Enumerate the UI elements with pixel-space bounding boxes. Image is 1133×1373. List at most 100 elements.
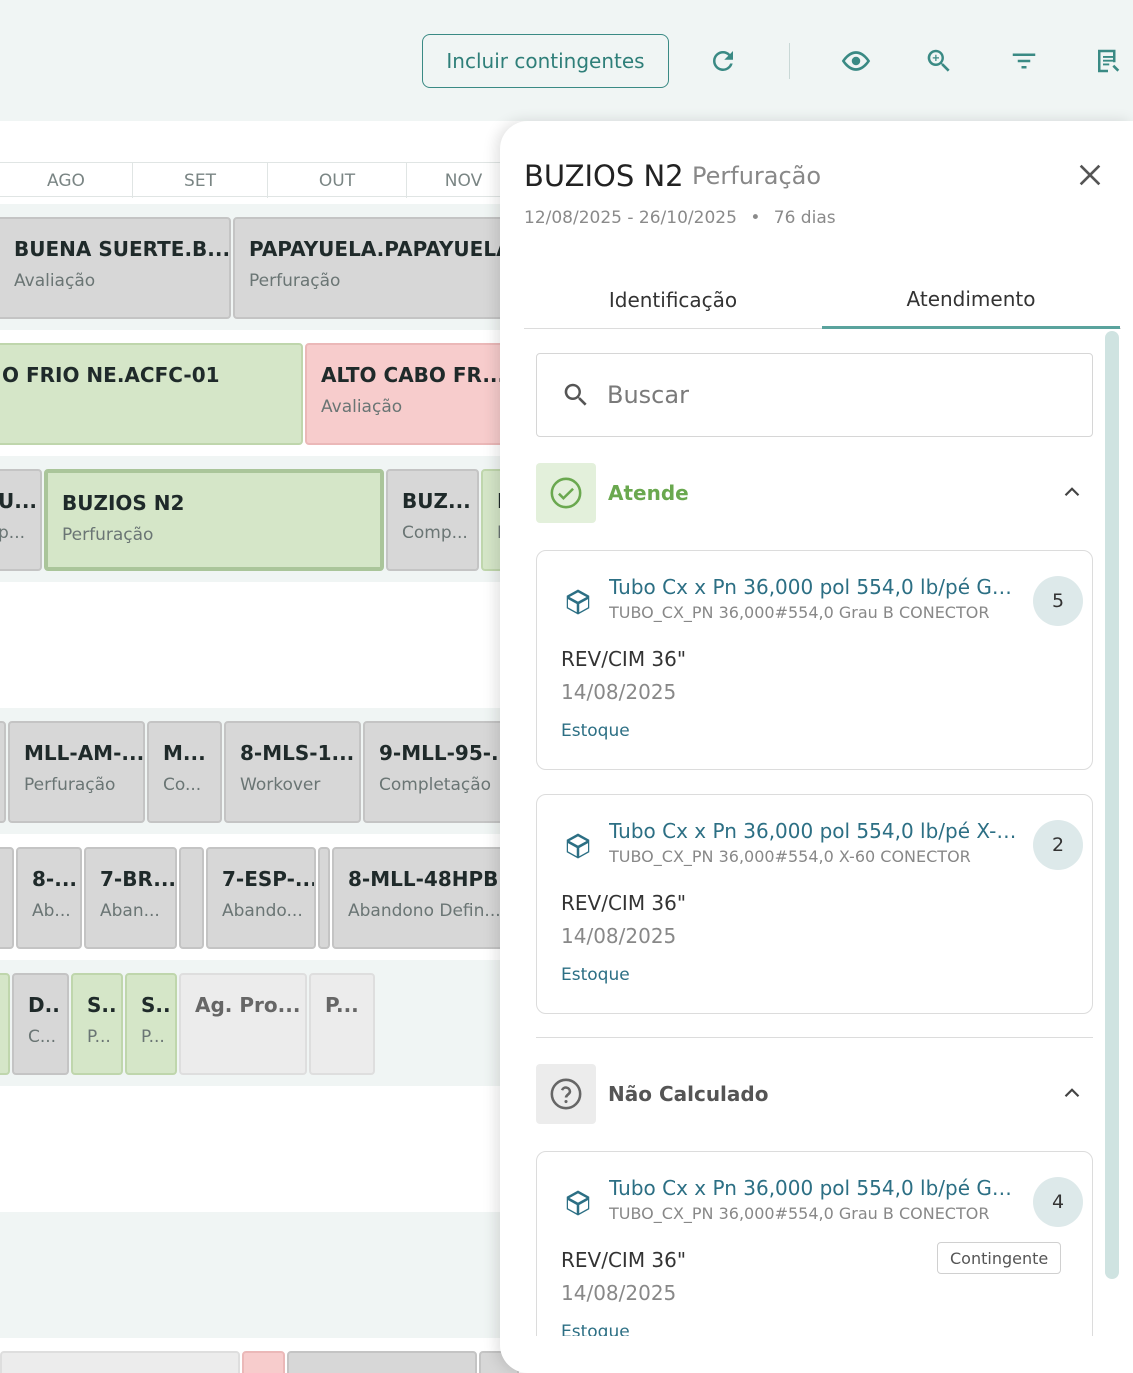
bar-title: 9-MLL-95-... [379,741,511,765]
section-atende[interactable]: Atende [536,463,1093,523]
gantt-bar[interactable]: BUZ... Comp... [386,469,479,571]
chevron-up-icon[interactable] [1059,1080,1085,1106]
gantt-bar[interactable]: P... [309,973,375,1075]
period-duration: 76 dias [773,208,836,228]
material-source-link[interactable]: Estoque [561,721,630,741]
bar-title: S.. [87,993,117,1017]
gantt-bar[interactable]: U... p... [0,469,42,571]
gantt-bar[interactable]: M... Co... [147,721,222,823]
material-description: REV/CIM 36" [561,1248,687,1272]
gantt-bar[interactable]: 8-MLL-48HPB... Abandono Defin... [332,847,512,949]
cube-icon [563,831,593,861]
bar-title: 8-MLS-1... [240,741,355,765]
bar-title: 8-... [32,867,78,891]
gantt-bar[interactable]: S.. P... [71,973,123,1075]
bar-title: 8-MLL-48HPB... [348,867,510,891]
bar-subtitle: P... [87,1027,111,1047]
gantt-bar[interactable]: D.. C... [12,973,69,1075]
scrollbar[interactable] [1105,331,1119,1279]
filter-icon[interactable] [1001,38,1047,84]
eye-icon[interactable] [833,38,879,84]
chevron-up-icon[interactable] [1059,479,1085,505]
material-source-link[interactable]: Estoque [561,1322,630,1336]
material-name[interactable]: Tubo Cx x Pn 36,000 pol 554,0 lb/pé Grau… [609,575,1019,599]
refresh-icon[interactable] [700,38,746,84]
bar-subtitle: Aban... [100,901,160,921]
material-card[interactable]: Tubo Cx x Pn 36,000 pol 554,0 lb/pé Grau… [536,550,1093,770]
material-date: 14/08/2025 [561,680,677,704]
period-separator: • [750,208,761,228]
material-description: REV/CIM 36" [561,891,687,915]
gantt-bar[interactable]: 7-ESP-... Abando... [206,847,316,949]
bar-subtitle: Completação [379,775,492,795]
search-input[interactable]: Buscar [536,353,1093,437]
gantt-bar[interactable]: BUENA SUERTE.B... Avaliação [0,217,231,319]
material-source-link[interactable]: Estoque [561,965,630,985]
gantt-bar[interactable] [287,1351,477,1373]
gantt-bar[interactable] [0,721,6,823]
report-icon[interactable] [1085,38,1131,84]
bar-title: 7-BR... [100,867,175,891]
gantt-bar[interactable] [0,1351,240,1373]
quantity-badge: 2 [1033,820,1083,870]
gantt-bar[interactable]: 9-MLL-95-... Completação [363,721,513,823]
gantt-bar[interactable] [0,973,10,1075]
gantt-bar[interactable] [179,847,204,949]
tab-identificacao[interactable]: Identificação [524,271,822,329]
gantt-bar[interactable] [318,847,330,949]
bar-title: BUZIOS N2 [62,491,185,515]
gantt-bar[interactable]: 8-... Ab... [16,847,82,949]
bar-subtitle: p... [0,523,26,543]
material-name[interactable]: Tubo Cx x Pn 36,000 pol 554,0 lb/pé Grau… [609,1176,1019,1200]
close-icon[interactable] [1074,159,1106,191]
gantt-bar[interactable] [242,1351,285,1373]
material-card[interactable]: Tubo Cx x Pn 36,000 pol 554,0 lb/pé X-60… [536,794,1093,1014]
gantt-bar[interactable]: PAPAYUELA.PAPAYUELA Perfuração [233,217,513,319]
material-date: 14/08/2025 [561,924,677,948]
gantt-bar-selected[interactable]: BUZIOS N2 Perfuração [44,469,384,571]
material-card[interactable]: Tubo Cx x Pn 36,000 pol 554,0 lb/pé Grau… [536,1151,1093,1336]
month-label: SET [133,163,268,198]
bar-title: Ag. Pro... [195,993,301,1017]
bar-title: D.. [28,993,60,1017]
bar-title: 7-ESP-... [222,867,314,891]
gantt-bar[interactable]: ALTO CABO FR... Avaliação [305,343,515,445]
gantt-bar[interactable]: S.. P... [125,973,177,1075]
section-label: Não Calculado [608,1082,769,1106]
gantt-bar[interactable]: O FRIO NE.ACFC-01 [0,343,303,445]
bar-title: MLL-AM-... [24,741,143,765]
bar-subtitle: Avaliação [321,397,403,417]
material-description: REV/CIM 36" [561,647,687,671]
include-contingents-button[interactable]: Incluir contingentes [422,34,669,88]
cube-icon [563,587,593,617]
bar-subtitle: Ab... [32,901,71,921]
bar-title: U... [0,489,38,513]
material-name[interactable]: Tubo Cx x Pn 36,000 pol 554,0 lb/pé X-60… [609,819,1019,843]
search-placeholder: Buscar [607,381,689,409]
section-nao-calculado[interactable]: Não Calculado [536,1064,1093,1124]
bar-subtitle: C... [28,1027,57,1047]
gantt-bar[interactable]: 8-MLS-1... Workover [224,721,361,823]
toolbar: Incluir contingentes [0,0,1133,121]
panel-tabs: Identificação Atendimento [524,271,1121,329]
gantt-bar[interactable] [0,847,14,949]
bar-title: O FRIO NE.ACFC-01 [2,363,220,387]
help-circle-icon [536,1064,596,1124]
attendance-list: Buscar Atende Tubo Cx x Pn 36,000 pol 55… [536,353,1093,1336]
material-code: TUBO_CX_PN 36,000#554,0 Grau B CONECTOR [609,603,990,622]
bar-title: S.. [141,993,171,1017]
tab-atendimento[interactable]: Atendimento [822,271,1120,329]
material-date: 14/08/2025 [561,1281,677,1305]
bar-subtitle: Abando... [222,901,303,921]
check-circle-icon [536,463,596,523]
bar-title: BUZ... [402,489,471,513]
zoom-in-icon[interactable] [916,38,962,84]
panel-period: 12/08/2025 - 26/10/2025 • 76 dias [524,208,836,228]
material-code: TUBO_CX_PN 36,000#554,0 Grau B CONECTOR [609,1204,990,1223]
gantt-bar[interactable]: MLL-AM-... Perfuração [8,721,145,823]
bar-subtitle: Perfuração [62,525,154,545]
bar-subtitle: Comp... [402,523,468,543]
gantt-bar[interactable]: 7-BR... Aban... [84,847,177,949]
gantt-bar[interactable]: Ag. Pro... [179,973,307,1075]
bar-subtitle: Perfuração [24,775,116,795]
